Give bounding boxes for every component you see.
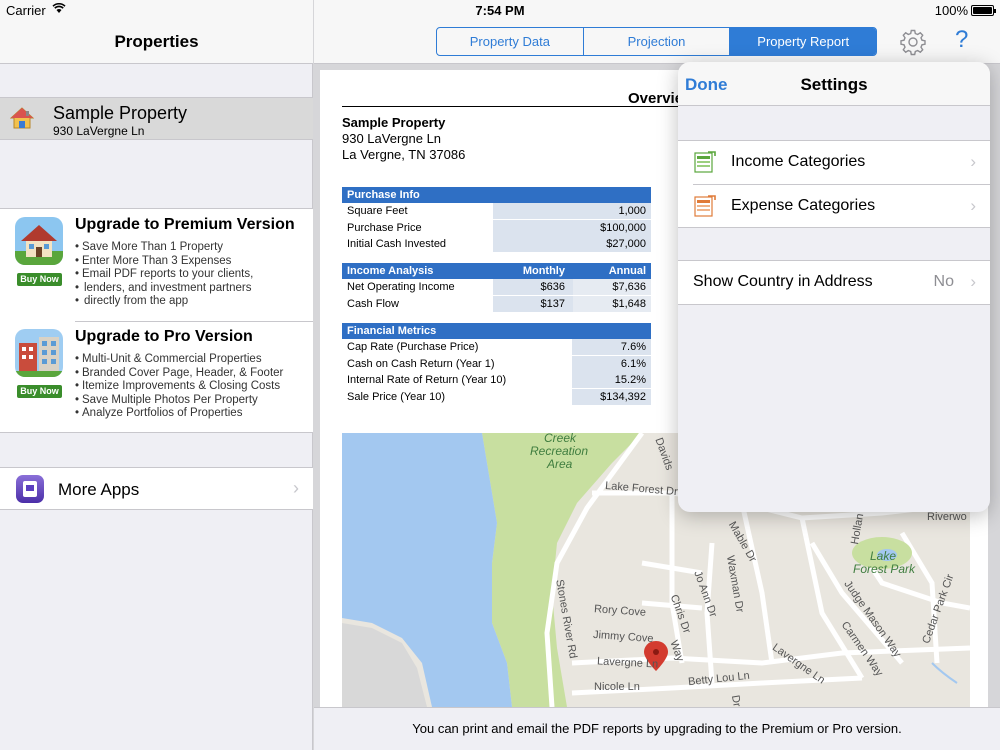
view-segmented-control[interactable]: Property Data Projection Property Report [436,27,877,56]
show-country-label: Show Country in Address [693,273,873,290]
feature-item: Email PDF reports to your clients, [75,268,253,282]
map-label: Area [547,457,573,471]
upgrade-footer-message: You can print and email the PDF reports … [314,707,1000,750]
premium-app-icon [15,217,63,265]
segment-property-report[interactable]: Property Report [730,28,876,55]
table-row: Purchase Price $100,000 [342,219,651,236]
segment-projection[interactable]: Projection [584,28,731,55]
table-row: Cash on Cash Return (Year 1) 6.1% [342,355,651,372]
battery-percent: 100% [934,3,968,18]
report-property-name: Sample Property [342,115,446,130]
income-categories-icon [694,151,716,173]
map-label: Nicole Ln [594,681,640,693]
chevron-right-icon: › [970,272,976,291]
map-label: Forest Park [853,562,916,576]
property-name: Sample Property [53,103,188,123]
income-analysis-table: Income Analysis Monthly Annual Net Opera… [342,263,651,312]
table-row: Cap Rate (Purchase Price) 7.6% [342,339,651,356]
pro-title: Upgrade to Pro Version [75,328,253,345]
more-apps-row[interactable]: More Apps › [0,467,313,510]
pro-buy-now-button[interactable]: Buy Now [17,385,62,398]
table-header: Purchase Info [342,187,651,203]
feature-item: Save Multiple Photos Per Property [75,394,283,408]
table-row: Square Feet 1,000 [342,203,651,220]
purchase-info-table: Purchase Info Square Feet 1,000 Purchase… [342,187,651,253]
show-country-row[interactable]: Show Country in Address No › [678,261,990,304]
feature-item-cont: directly from the app [75,295,253,309]
categories-group: Income Categories › Expense Categories › [678,140,990,228]
feature-item: Analyze Portfolios of Properties [75,407,283,421]
income-categories-label: Income Categories [731,153,866,170]
premium-buy-now-button[interactable]: Buy Now [17,273,62,286]
help-button[interactable]: ? [955,26,968,54]
report-address-line2: La Vergne, TN 37086 [342,147,466,162]
table-row: Cash Flow $137 $1,648 [342,295,651,312]
chevron-right-icon: › [970,152,976,171]
property-row[interactable]: Sample Property 930 LaVergne Ln [0,97,313,140]
clock-time: 7:54 PM [475,3,525,18]
map-label: Lake [870,549,897,563]
battery-icon [971,5,996,16]
pro-features: Multi-Unit & Commercial Properties Brand… [75,353,283,421]
settings-popover: Settings Done Income Categories › Expens… [678,62,990,512]
table-row: Net Operating Income $636 $7,636 [342,279,651,296]
feature-item: Multi-Unit & Commercial Properties [75,353,283,367]
premium-features: Save More Than 1 Property Enter More Tha… [75,241,253,309]
chevron-right-icon: › [293,478,299,498]
property-address: 930 LaVergne Ln [53,124,145,138]
table-row: Sale Price (Year 10) $134,392 [342,388,651,405]
table-header: Financial Metrics [342,323,651,339]
gear-icon[interactable] [899,28,927,61]
properties-pane: Properties Sample Property 930 LaVergne … [0,0,313,750]
upgrade-section: Buy Now Upgrade to Premium Version Save … [0,208,313,433]
table-row: Internal Rate of Return (Year 10) 15.2% [342,372,651,389]
done-button[interactable]: Done [685,75,728,95]
properties-title: Properties [114,32,199,51]
feature-item: Branded Cover Page, Header, & Footer [75,367,283,381]
map-label: Riverwo [927,511,967,523]
financial-metrics-table: Financial Metrics Cap Rate (Purchase Pri… [342,323,651,405]
report-address-line1: 930 LaVergne Ln [342,131,442,146]
map-label: Recreation [530,444,589,458]
settings-nav-bar: Settings Done [678,62,990,106]
feature-item: Enter More Than 3 Expenses [75,255,253,269]
feature-item-cont: lenders, and investment partners [75,282,253,296]
feature-item: Save More Than 1 Property [75,241,253,255]
more-apps-label: More Apps [58,480,140,499]
report-overview-title: Overvie [628,90,684,107]
premium-title: Upgrade to Premium Version [75,216,295,233]
map-label: Dr [728,694,743,707]
chevron-right-icon: › [970,196,976,215]
expense-categories-row[interactable]: Expense Categories › [693,184,990,227]
segment-property-data[interactable]: Property Data [437,28,584,55]
expense-categories-icon [694,195,716,217]
house-icon [9,107,35,134]
more-apps-icon [16,475,44,503]
feature-item: Itemize Improvements & Closing Costs [75,380,283,394]
status-bar: Carrier 7:54 PM 100% [0,0,1000,22]
divider [75,321,313,322]
table-row: Initial Cash Invested $27,000 [342,236,651,253]
pro-app-icon [15,329,63,377]
address-group: Show Country in Address No › [678,260,990,305]
table-header: Income Analysis Monthly Annual [342,263,651,279]
income-categories-row[interactable]: Income Categories › [678,141,990,184]
expense-categories-label: Expense Categories [731,197,876,214]
show-country-value: No [933,273,954,290]
